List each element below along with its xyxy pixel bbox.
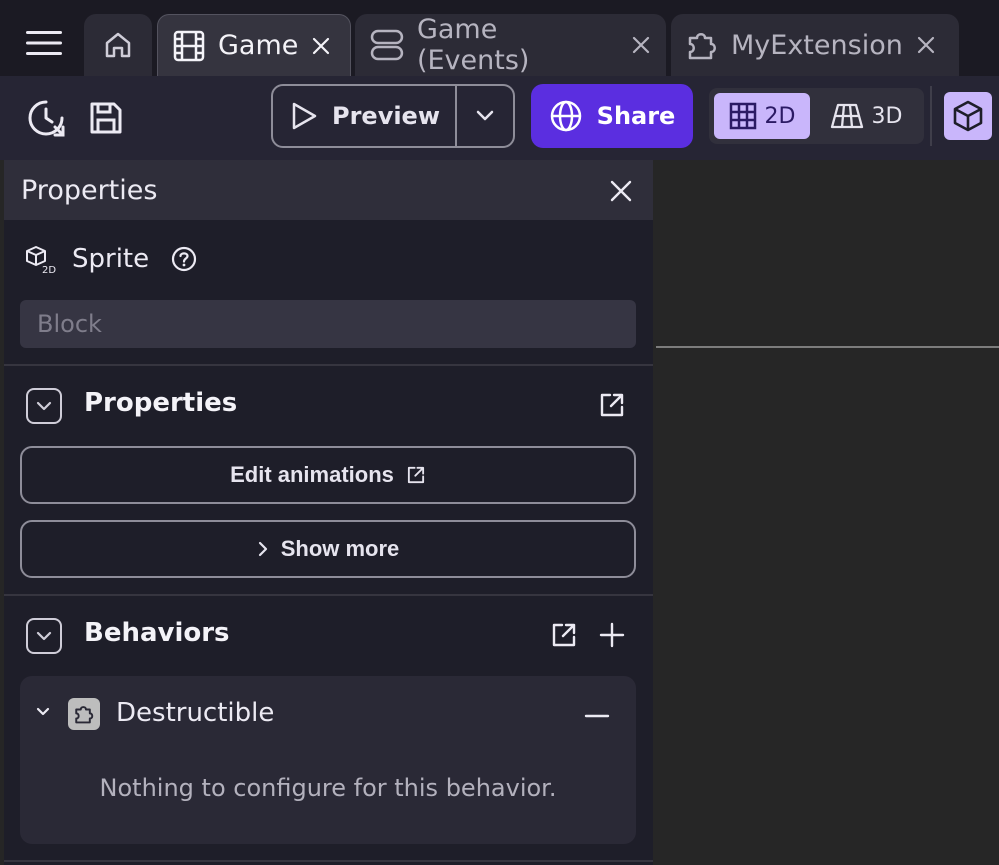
behavior-empty-message: Nothing to configure for this behavior. [99,774,557,802]
edit-animations-button[interactable]: Edit animations [20,446,636,504]
close-icon [917,36,934,54]
external-link-icon [600,393,624,417]
tab-game[interactable]: Game [157,14,351,76]
properties-collapse-button[interactable] [26,388,62,424]
cube-icon [953,100,983,132]
svg-text:2D: 2D [42,265,56,274]
share-button[interactable]: Share [531,84,693,148]
preview-button-group: Preview [271,84,515,148]
grid-2d-icon [729,102,756,130]
section-divider [4,594,653,596]
toolbar: Preview Share 2D 3D [0,76,999,160]
mode-3d-label: 3D [871,103,903,129]
external-link-icon [552,623,576,647]
show-more-label: Show more [280,536,400,561]
mode-2d-label: 2D [764,103,796,129]
tab-label: Game (Events) [416,14,530,76]
behaviors-section-title: Behaviors [84,618,230,648]
history-button[interactable] [24,96,68,140]
tab-bar: Game Game (Events) MyExtension [0,0,999,76]
tab-label: Game [218,30,299,61]
tab-close-button[interactable] [630,34,652,56]
puzzle-icon [688,33,716,60]
properties-panel: Properties 2D Sprite Properties [4,160,653,865]
behavior-icon [68,698,100,730]
open-behaviors-external-button[interactable] [549,620,579,650]
show-more-button[interactable]: Show more [20,520,636,578]
hamburger-icon [26,31,62,55]
view-mode-toggle: 2D 3D [709,88,924,144]
remove-behavior-button[interactable] [584,703,610,729]
panel-close-button[interactable] [609,179,633,203]
close-icon [313,37,330,54]
grid-3d-icon [830,103,863,129]
panel-header: Properties [4,160,653,220]
preview-label: Preview [331,102,441,130]
properties-section-title: Properties [84,388,238,418]
mode-3d-button[interactable]: 3D [816,93,916,139]
history-icon [28,100,65,137]
hamburger-menu-button[interactable] [24,26,64,60]
share-label: Share [596,102,676,130]
chevron-right-icon [258,541,267,557]
toolbar-divider [930,86,932,146]
preview-options-button[interactable] [457,86,513,146]
panel-title: Properties [21,174,158,206]
save-icon [90,102,122,134]
save-button[interactable] [84,96,128,140]
sprite-2d-icon: 2D [26,246,56,274]
section-divider [4,364,653,366]
plus-icon [599,622,625,648]
behaviors-collapse-button[interactable] [26,618,62,654]
object-type-row: 2D Sprite [24,244,197,274]
chevron-down-icon [36,707,50,716]
tab-close-button[interactable] [915,34,937,56]
tab-myextension[interactable]: MyExtension [671,14,959,76]
events-icon [370,29,404,61]
section-divider [4,860,653,862]
tab-game-events[interactable]: Game (Events) [355,14,666,76]
behavior-name: Destructible [116,698,275,728]
puzzle-icon [75,706,94,724]
open-properties-external-button[interactable] [597,390,627,420]
film-icon [173,30,205,61]
behavior-collapse-button[interactable] [34,706,54,726]
objects-panel-button[interactable] [944,92,992,140]
external-link-icon [407,466,424,484]
chevron-down-icon [36,631,52,641]
scene-canvas[interactable] [653,160,999,865]
edit-animations-label: Edit animations [230,462,394,487]
tab-home[interactable] [84,14,152,76]
object-type-label: Sprite [72,244,150,274]
play-icon [292,102,317,130]
tab-close-button[interactable] [310,35,332,57]
tab-label: MyExtension [731,29,903,61]
behavior-item: Destructible Nothing to configure for th… [20,676,636,844]
chevron-down-icon [36,401,52,411]
close-icon [610,180,632,202]
preview-button[interactable]: Preview [273,86,455,146]
chevron-down-icon [476,110,494,121]
close-icon [632,36,650,54]
minus-icon [584,714,610,718]
globe-icon [550,100,581,132]
help-icon[interactable] [171,246,197,272]
mode-2d-button[interactable]: 2D [714,93,810,139]
home-icon [105,32,131,58]
add-behavior-button[interactable] [597,620,627,650]
scene-boundary-line [656,346,999,348]
object-name-input[interactable] [20,300,636,348]
